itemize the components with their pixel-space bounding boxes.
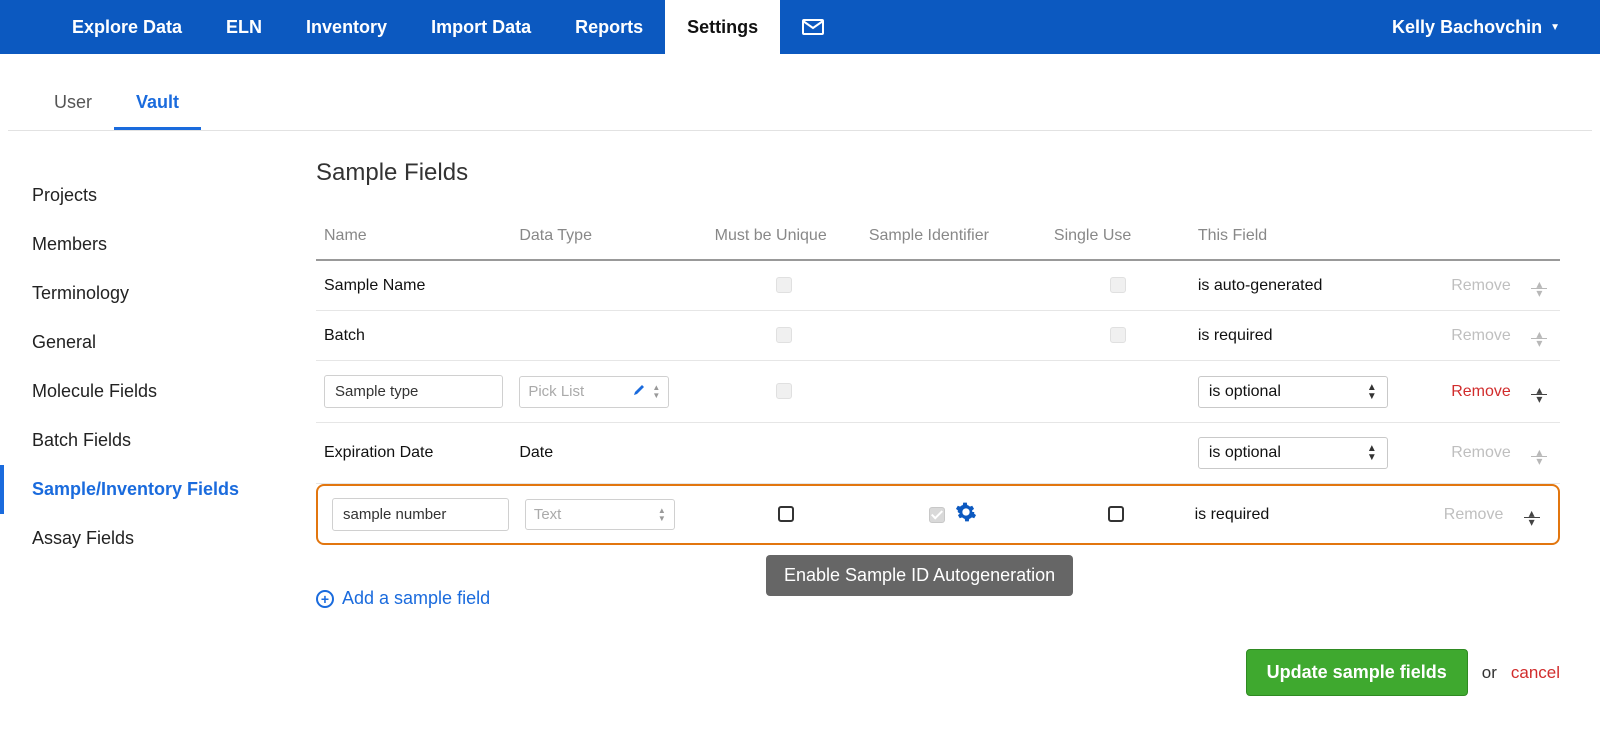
drag-handle[interactable] bbox=[1531, 281, 1547, 296]
this-field-select[interactable]: is optional ▲▼ bbox=[1198, 437, 1388, 469]
stepper-icon: ▲▼ bbox=[652, 384, 660, 400]
cell-data-type bbox=[511, 311, 706, 361]
sidebar-item-batch-fields[interactable]: Batch Fields bbox=[0, 416, 306, 465]
drag-handle[interactable] bbox=[1531, 331, 1547, 346]
page-title: Sample Fields bbox=[316, 159, 1560, 187]
subtab-vault[interactable]: Vault bbox=[114, 80, 201, 130]
th-sample-identifier: Sample Identifier bbox=[861, 217, 1046, 260]
cell-this-field: is auto-generated bbox=[1190, 260, 1416, 311]
th-this-field: This Field bbox=[1190, 217, 1416, 260]
select-arrows-icon: ▲▼ bbox=[1367, 444, 1377, 462]
th-single-use: Single Use bbox=[1046, 217, 1190, 260]
main-content: Sample Fields Name Data Type Must be Uni… bbox=[306, 131, 1600, 736]
update-sample-fields-button[interactable]: Update sample fields bbox=[1246, 649, 1468, 696]
nav-settings[interactable]: Settings bbox=[665, 0, 780, 54]
highlighted-row-frame: Text ▲▼ bbox=[316, 484, 1560, 545]
sidebar-item-members[interactable]: Members bbox=[0, 220, 306, 269]
remove-link: Remove bbox=[1444, 506, 1504, 523]
this-field-select[interactable]: is optional ▲▼ bbox=[1198, 376, 1388, 408]
cell-name: Batch bbox=[316, 311, 511, 361]
cell-name: Expiration Date bbox=[316, 423, 511, 484]
sample-fields-table: Name Data Type Must be Unique Sample Ide… bbox=[316, 217, 1560, 545]
user-menu[interactable]: Kelly Bachovchin ▼ bbox=[1372, 0, 1600, 54]
th-remove bbox=[1416, 217, 1519, 260]
sidebar-item-terminology[interactable]: Terminology bbox=[0, 269, 306, 318]
name-input[interactable] bbox=[332, 498, 509, 531]
sidebar-item-molecule-fields[interactable]: Molecule Fields bbox=[0, 367, 306, 416]
th-data-type: Data Type bbox=[511, 217, 706, 260]
caret-down-icon: ▼ bbox=[1550, 22, 1560, 33]
table-row-highlighted: Text ▲▼ bbox=[316, 484, 1560, 546]
mail-icon[interactable] bbox=[780, 0, 846, 54]
th-handle bbox=[1519, 217, 1560, 260]
subtabs: User Vault bbox=[8, 54, 1592, 131]
checkbox-single-use bbox=[1110, 327, 1126, 343]
drag-handle[interactable] bbox=[1531, 449, 1547, 464]
nav-import-data[interactable]: Import Data bbox=[409, 0, 553, 54]
checkbox-must-unique bbox=[776, 327, 792, 343]
select-arrows-icon: ▲▼ bbox=[1367, 383, 1377, 401]
sidebar-item-projects[interactable]: Projects bbox=[0, 171, 306, 220]
checkbox-sample-identifier bbox=[929, 507, 945, 523]
data-type-label: Pick List bbox=[528, 383, 584, 400]
add-sample-field-link[interactable]: + Add a sample field bbox=[316, 588, 490, 609]
nav-left: Explore Data ELN Inventory Import Data R… bbox=[0, 0, 846, 54]
sidebar-item-sample-inventory-fields[interactable]: Sample/Inventory Fields bbox=[0, 465, 306, 514]
remove-link: Remove bbox=[1451, 277, 1511, 294]
nav-eln[interactable]: ELN bbox=[204, 0, 284, 54]
table-row: Pick List ▲▼ bbox=[316, 361, 1560, 423]
remove-link: Remove bbox=[1451, 327, 1511, 344]
sidebar: Projects Members Terminology General Mol… bbox=[0, 131, 306, 736]
cell-data-type: Date bbox=[511, 423, 706, 484]
sidebar-item-assay-fields[interactable]: Assay Fields bbox=[0, 514, 306, 563]
data-type-select[interactable]: Pick List ▲▼ bbox=[519, 376, 669, 408]
nav-explore-data[interactable]: Explore Data bbox=[50, 0, 204, 54]
checkbox-single-use[interactable] bbox=[1108, 506, 1124, 522]
cell-this-field: is required bbox=[1187, 494, 1410, 535]
nav-spacer bbox=[846, 0, 1372, 54]
top-nav: Explore Data ELN Inventory Import Data R… bbox=[0, 0, 1600, 54]
pencil-icon[interactable] bbox=[632, 383, 646, 401]
checkbox-single-use bbox=[1110, 277, 1126, 293]
name-input[interactable] bbox=[324, 375, 503, 408]
checkbox-must-unique bbox=[776, 277, 792, 293]
user-name: Kelly Bachovchin bbox=[1392, 17, 1542, 38]
footer-actions: Update sample fields or cancel bbox=[316, 649, 1560, 696]
th-name: Name bbox=[316, 217, 511, 260]
th-must-unique: Must be Unique bbox=[707, 217, 861, 260]
cell-name: Sample Name bbox=[316, 260, 511, 311]
cell-this-field: is required bbox=[1190, 311, 1416, 361]
plus-circle-icon: + bbox=[316, 590, 334, 608]
select-value: is optional bbox=[1209, 383, 1281, 401]
table-row: Sample Name is auto-generated Remove bbox=[316, 260, 1560, 311]
table-row: Batch is required Remove bbox=[316, 311, 1560, 361]
checkbox-must-unique bbox=[776, 383, 792, 399]
cell-data-type bbox=[511, 260, 706, 311]
sidebar-item-general[interactable]: General bbox=[0, 318, 306, 367]
nav-inventory[interactable]: Inventory bbox=[284, 0, 409, 54]
cancel-link[interactable]: cancel bbox=[1511, 663, 1560, 683]
or-text: or bbox=[1482, 663, 1497, 683]
remove-link: Remove bbox=[1451, 444, 1511, 461]
gear-icon[interactable] bbox=[955, 501, 977, 528]
checkbox-must-unique[interactable] bbox=[778, 506, 794, 522]
add-link-label: Add a sample field bbox=[342, 588, 490, 609]
main-layout: Projects Members Terminology General Mol… bbox=[0, 131, 1600, 736]
table-row: Expiration Date Date is optional ▲▼ Remo… bbox=[316, 423, 1560, 484]
data-type-select[interactable]: Text ▲▼ bbox=[525, 499, 675, 530]
drag-handle[interactable] bbox=[1524, 510, 1540, 525]
remove-link[interactable]: Remove bbox=[1451, 383, 1511, 400]
drag-handle[interactable] bbox=[1531, 387, 1547, 402]
select-value: is optional bbox=[1209, 444, 1281, 462]
tooltip-autogeneration: Enable Sample ID Autogeneration bbox=[766, 555, 1073, 596]
nav-reports[interactable]: Reports bbox=[553, 0, 665, 54]
data-type-label: Text bbox=[534, 506, 562, 523]
stepper-icon: ▲▼ bbox=[658, 507, 666, 523]
subtab-user[interactable]: User bbox=[32, 80, 114, 130]
